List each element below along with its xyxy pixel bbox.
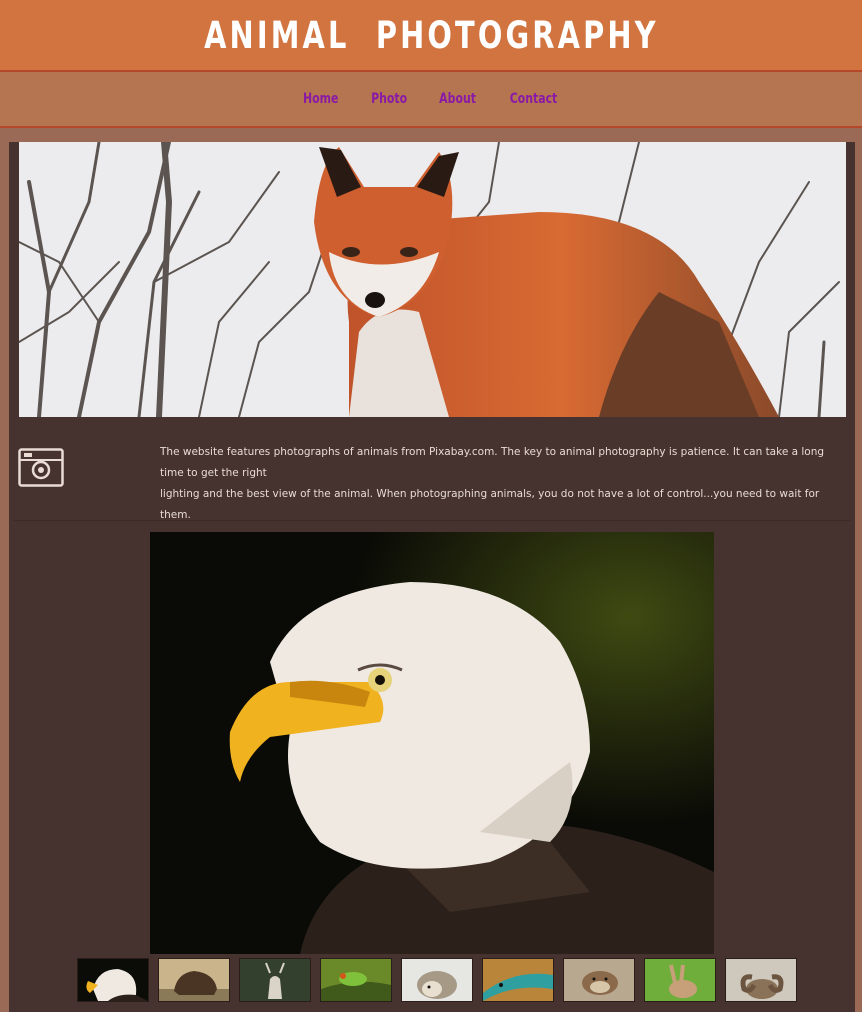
site-header: ANIMAL PHOTOGRAPHY bbox=[0, 0, 862, 72]
hero-fox-image bbox=[19, 142, 846, 417]
thumb-rabbit[interactable] bbox=[644, 958, 716, 1002]
content-panel: The website features photographs of anim… bbox=[9, 142, 855, 1012]
intro-text: The website features photographs of anim… bbox=[160, 442, 850, 526]
fox-illustration bbox=[19, 142, 846, 417]
thumb-eagle[interactable] bbox=[77, 958, 149, 1002]
thumbnail-strip bbox=[77, 958, 797, 1002]
camera-icon bbox=[18, 448, 64, 487]
thumb-frog[interactable] bbox=[320, 958, 392, 1002]
thumb-deer[interactable] bbox=[239, 958, 311, 1002]
main-eagle-photo[interactable] bbox=[150, 532, 714, 954]
thumb-otter[interactable] bbox=[563, 958, 635, 1002]
thumb-ram[interactable] bbox=[725, 958, 797, 1002]
eagle-illustration bbox=[150, 532, 714, 954]
thumb-hedgehog[interactable] bbox=[401, 958, 473, 1002]
thumb-lizard[interactable] bbox=[482, 958, 554, 1002]
thumb-bison[interactable] bbox=[158, 958, 230, 1002]
site-title: ANIMAL PHOTOGRAPHY bbox=[203, 13, 659, 57]
main-nav: Home Photo About Contact bbox=[0, 72, 862, 128]
nav-home[interactable]: Home bbox=[303, 91, 338, 107]
nav-contact[interactable]: Contact bbox=[510, 91, 558, 107]
divider bbox=[14, 520, 850, 521]
nav-photo[interactable]: Photo bbox=[371, 91, 407, 107]
intro-line-1: The website features photographs of anim… bbox=[160, 446, 825, 479]
intro-section: The website features photographs of anim… bbox=[9, 432, 855, 522]
nav-about[interactable]: About bbox=[439, 91, 476, 107]
